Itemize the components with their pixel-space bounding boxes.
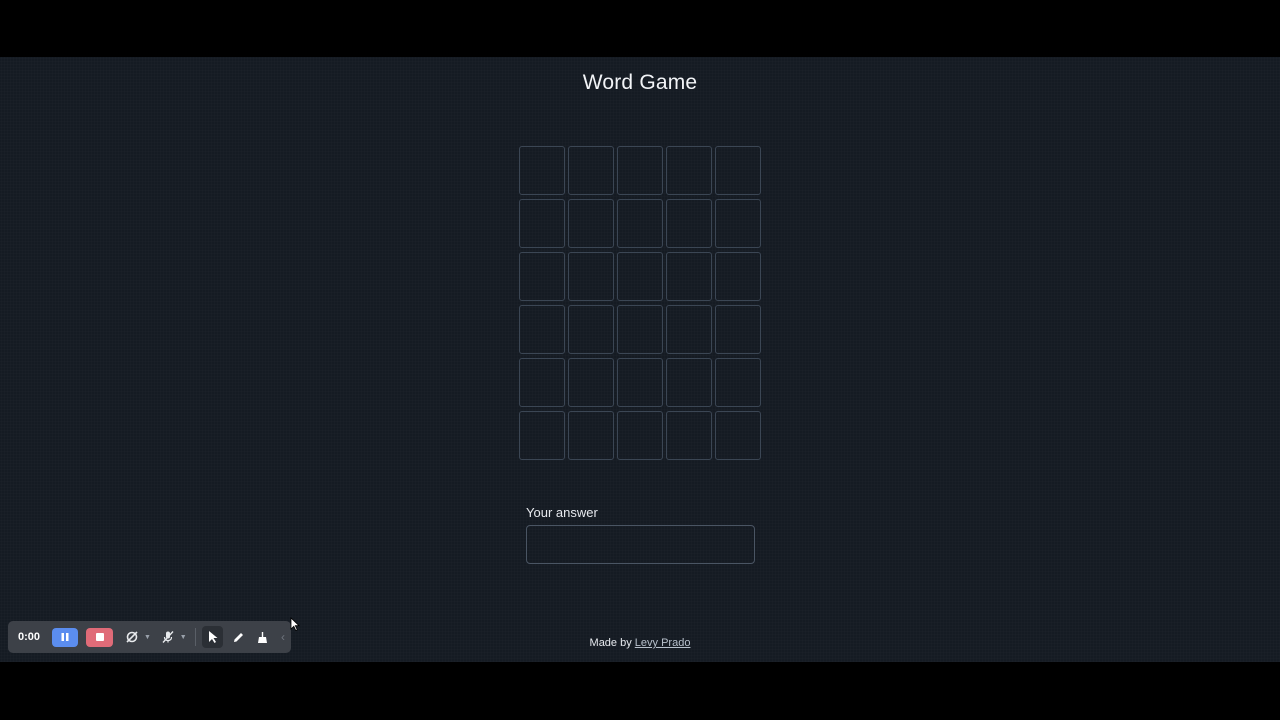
letter-tile [568,305,614,354]
camera-toggle-button[interactable] [121,626,143,648]
letter-tile [519,358,565,407]
pen-icon [233,632,243,642]
letter-tile [666,358,712,407]
screen-recorder-toolbar: 0:00 ▼ ▼ ‹ [8,621,291,653]
eraser-tool-button[interactable] [251,626,273,648]
mic-off-icon [162,631,174,643]
camera-off-icon [126,631,138,643]
author-link[interactable]: Levy Prado [635,637,691,649]
microphone-options-caret[interactable]: ▼ [180,634,187,641]
footer-credit-text: Made by [589,637,632,649]
answer-input[interactable] [526,525,755,564]
letter-tile [715,358,761,407]
letter-tile [617,358,663,407]
letter-tile [568,199,614,248]
letter-tile [568,252,614,301]
letter-tile [568,146,614,195]
pointer-tool-button[interactable] [201,626,224,648]
letter-tile [519,305,565,354]
letter-tile [715,305,761,354]
letter-tile [715,199,761,248]
collapse-toolbar-button[interactable]: ‹ [281,630,285,644]
game-page: Word Game Your answer Made by Levy Prado [0,57,1280,662]
microphone-toggle-button[interactable] [157,626,179,648]
letter-tile [666,305,712,354]
page-title: Word Game [582,71,698,94]
pen-tool-button[interactable] [227,626,249,648]
camera-options-caret[interactable]: ▼ [144,634,151,641]
letter-grid [519,146,761,460]
letter-tile [519,199,565,248]
chevron-left-icon: ‹ [281,630,286,644]
letter-tile [617,252,663,301]
letter-tile [715,252,761,301]
letter-tile [666,199,712,248]
letter-tile [519,411,565,460]
letter-tile [617,411,663,460]
letter-tile [568,358,614,407]
broom-icon [257,631,267,643]
pause-icon [61,633,69,641]
letter-tile [666,146,712,195]
letter-tile [617,199,663,248]
letter-tile [715,411,761,460]
stop-button[interactable] [86,627,114,647]
letter-tile [715,146,761,195]
letter-tile [519,146,565,195]
mouse-cursor-icon [290,617,300,632]
letter-tile [519,252,565,301]
toolbar-divider [194,628,196,646]
letter-tile [617,146,663,195]
letter-tile [617,305,663,354]
letter-tile [568,411,614,460]
pause-button[interactable] [51,627,79,647]
answer-label: Your answer [526,505,598,520]
pointer-icon [208,631,218,643]
letter-tile [666,252,712,301]
letter-tile [666,411,712,460]
recording-timer: 0:00 [18,631,41,643]
stop-icon [95,633,104,641]
